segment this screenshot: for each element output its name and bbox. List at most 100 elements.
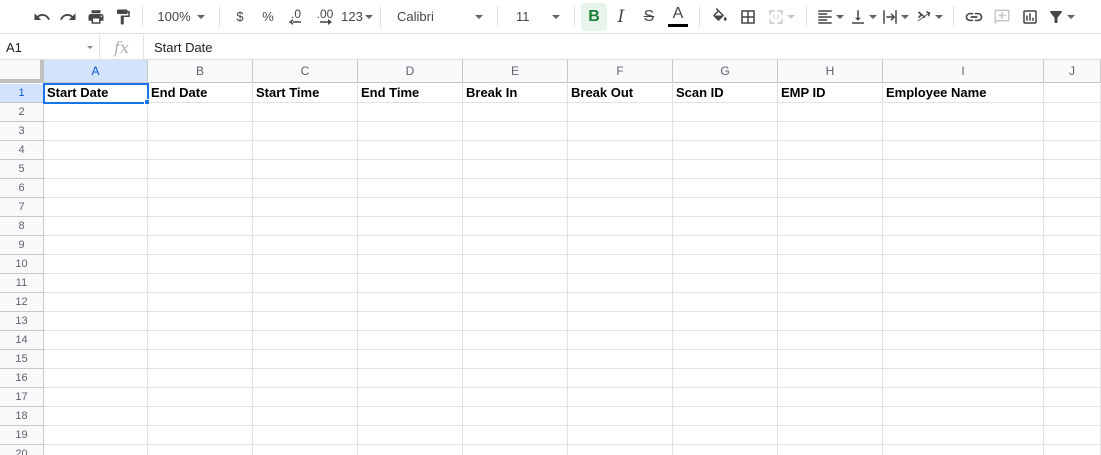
font-size-select[interactable]: 11 [504,3,568,31]
horizontal-align-button[interactable] [813,3,847,31]
cell-d9[interactable] [358,236,463,255]
cell-h15[interactable] [778,350,883,369]
cell-b3[interactable] [148,122,253,141]
column-header-i[interactable]: I [883,60,1044,83]
cell-j15[interactable] [1044,350,1101,369]
cell-b16[interactable] [148,369,253,388]
cell-c17[interactable] [253,388,358,407]
cell-j7[interactable] [1044,198,1101,217]
cell-d10[interactable] [358,255,463,274]
cell-d16[interactable] [358,369,463,388]
cell-j8[interactable] [1044,217,1101,236]
cell-h13[interactable] [778,312,883,331]
cell-a4[interactable] [44,141,148,160]
cell-a3[interactable] [44,122,148,141]
cell-g9[interactable] [673,236,778,255]
cell-f20[interactable] [568,445,673,455]
cell-h9[interactable] [778,236,883,255]
cell-e5[interactable] [463,160,568,179]
cell-g6[interactable] [673,179,778,198]
cell-f7[interactable] [568,198,673,217]
cell-c4[interactable] [253,141,358,160]
cell-b2[interactable] [148,103,253,122]
decrease-decimal-button[interactable]: .0 [282,3,310,31]
cell-a14[interactable] [44,331,148,350]
cell-g19[interactable] [673,426,778,445]
insert-comment-button[interactable] [988,3,1016,31]
cell-j20[interactable] [1044,445,1101,455]
cell-i17[interactable] [883,388,1044,407]
cell-g7[interactable] [673,198,778,217]
cell-e18[interactable] [463,407,568,426]
cell-j3[interactable] [1044,122,1101,141]
cell-f12[interactable] [568,293,673,312]
select-all-corner[interactable] [0,60,44,83]
cell-d20[interactable] [358,445,463,455]
cell-i2[interactable] [883,103,1044,122]
row-header-17[interactable]: 17 [0,388,44,407]
cell-f1[interactable]: Break Out [568,84,673,103]
cell-i4[interactable] [883,141,1044,160]
cell-g1[interactable]: Scan ID [673,84,778,103]
cell-d3[interactable] [358,122,463,141]
cell-h8[interactable] [778,217,883,236]
cell-d7[interactable] [358,198,463,217]
cell-f5[interactable] [568,160,673,179]
cell-a18[interactable] [44,407,148,426]
cell-b5[interactable] [148,160,253,179]
cell-j10[interactable] [1044,255,1101,274]
cell-h16[interactable] [778,369,883,388]
row-header-11[interactable]: 11 [0,274,44,293]
insert-chart-button[interactable] [1016,3,1044,31]
cell-c9[interactable] [253,236,358,255]
column-header-f[interactable]: F [568,60,673,83]
cell-c11[interactable] [253,274,358,293]
increase-decimal-button[interactable]: .00 [310,3,340,31]
cell-j11[interactable] [1044,274,1101,293]
cell-f8[interactable] [568,217,673,236]
column-header-b[interactable]: B [148,60,253,83]
cell-e3[interactable] [463,122,568,141]
cell-j13[interactable] [1044,312,1101,331]
cell-h4[interactable] [778,141,883,160]
cell-c6[interactable] [253,179,358,198]
text-rotation-button[interactable] [911,3,947,31]
cell-h2[interactable] [778,103,883,122]
cell-g15[interactable] [673,350,778,369]
selection-fill-handle[interactable] [144,99,150,105]
cell-i15[interactable] [883,350,1044,369]
cell-i7[interactable] [883,198,1044,217]
cell-a15[interactable] [44,350,148,369]
cell-h20[interactable] [778,445,883,455]
cell-e16[interactable] [463,369,568,388]
cell-g5[interactable] [673,160,778,179]
cell-c12[interactable] [253,293,358,312]
cell-h19[interactable] [778,426,883,445]
cell-a9[interactable] [44,236,148,255]
cell-h1[interactable]: EMP ID [778,84,883,103]
cell-f3[interactable] [568,122,673,141]
cell-j12[interactable] [1044,293,1101,312]
cell-b17[interactable] [148,388,253,407]
cell-f4[interactable] [568,141,673,160]
cell-e19[interactable] [463,426,568,445]
row-header-10[interactable]: 10 [0,255,44,274]
cell-f17[interactable] [568,388,673,407]
row-header-2[interactable]: 2 [0,103,44,122]
cell-f16[interactable] [568,369,673,388]
cell-d15[interactable] [358,350,463,369]
cell-c19[interactable] [253,426,358,445]
cell-a11[interactable] [44,274,148,293]
cell-g17[interactable] [673,388,778,407]
column-header-d[interactable]: D [358,60,463,83]
row-header-3[interactable]: 3 [0,122,44,141]
cell-c18[interactable] [253,407,358,426]
column-header-h[interactable]: H [778,60,883,83]
insert-link-button[interactable] [960,3,988,31]
cell-a10[interactable] [44,255,148,274]
cell-a8[interactable] [44,217,148,236]
column-header-c[interactable]: C [253,60,358,83]
cell-f19[interactable] [568,426,673,445]
cell-b12[interactable] [148,293,253,312]
cell-i9[interactable] [883,236,1044,255]
